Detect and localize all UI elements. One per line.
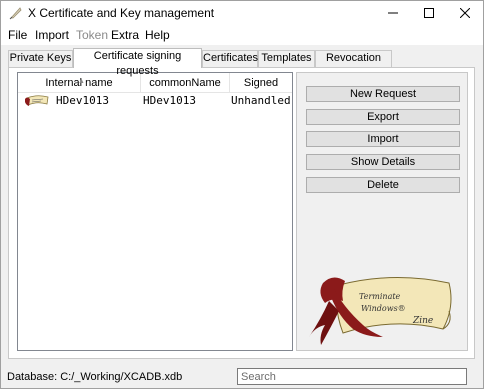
cell-signed: Unhandled xyxy=(231,94,291,107)
main-window: X Certificate and Key management File Im… xyxy=(0,0,484,389)
maximize-button[interactable] xyxy=(411,1,447,25)
window-title: X Certificate and Key management xyxy=(28,6,215,20)
close-icon xyxy=(460,8,470,18)
sort-ascending-icon: ▲ xyxy=(78,78,85,85)
tab-templates[interactable]: Templates xyxy=(258,50,315,67)
artwork-text-2: Windows® xyxy=(361,304,406,313)
column-signed[interactable]: Signed xyxy=(230,73,292,93)
title-bar[interactable]: X Certificate and Key management xyxy=(1,1,483,25)
action-panel: New Request Export Import Show Details D… xyxy=(296,72,468,351)
csr-list[interactable]: ▲ Internal name commonName Signed HDev10… xyxy=(17,72,293,351)
maximize-icon xyxy=(424,8,434,18)
menu-help[interactable]: Help xyxy=(145,28,170,42)
minimize-button[interactable] xyxy=(375,1,411,25)
menu-bar: File Import Token Extra Help xyxy=(1,25,483,45)
artwork-text-1: Terminate xyxy=(359,292,401,301)
tab-certificate-signing-requests[interactable]: Certificate signing requests xyxy=(73,48,202,77)
import-button[interactable]: Import xyxy=(306,131,460,147)
delete-button[interactable]: Delete xyxy=(306,177,460,193)
tab-certificates[interactable]: Certificates xyxy=(202,50,258,67)
menu-token[interactable]: Token xyxy=(76,28,108,42)
status-bar: Database: C:/_Working/XCADB.xdb xyxy=(1,363,483,388)
new-request-button[interactable]: New Request xyxy=(306,86,460,102)
search-input[interactable] xyxy=(237,368,467,385)
close-button[interactable] xyxy=(447,1,483,25)
show-details-button[interactable]: Show Details xyxy=(306,154,460,170)
database-path-label: Database: C:/_Working/XCADB.xdb xyxy=(7,371,183,383)
app-quill-icon xyxy=(9,6,23,20)
menu-file[interactable]: File xyxy=(8,28,27,42)
artwork-text-3: Zine xyxy=(412,316,433,326)
cell-internal-name: HDev1013 xyxy=(56,94,109,107)
menu-extra[interactable]: Extra xyxy=(111,28,139,42)
minimize-icon xyxy=(388,12,398,14)
tab-panel: ▲ Internal name commonName Signed HDev10… xyxy=(8,67,475,359)
cell-common-name: HDev1013 xyxy=(143,94,196,107)
tab-revocation-lists[interactable]: Revocation lists xyxy=(315,50,392,79)
csr-scroll-icon xyxy=(23,93,51,109)
export-button[interactable]: Export xyxy=(306,109,460,125)
parchment-scroll-illustration: Terminate Windows® Zine xyxy=(309,276,452,345)
tab-private-keys[interactable]: Private Keys xyxy=(8,50,73,67)
menu-import[interactable]: Import xyxy=(35,28,69,42)
table-row[interactable]: HDev1013 HDev1013 Unhandled xyxy=(18,93,292,109)
